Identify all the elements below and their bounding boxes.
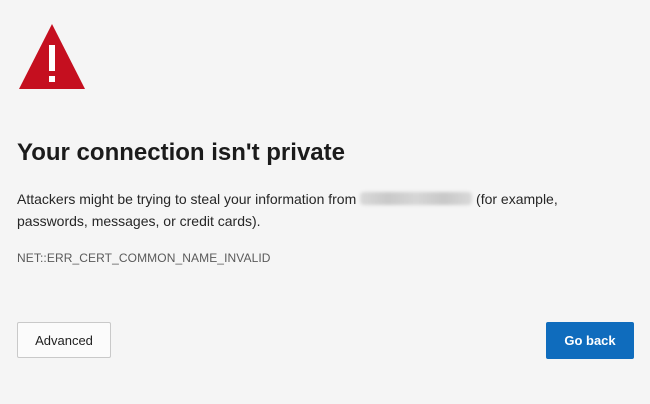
error-code: NET::ERR_CERT_COMMON_NAME_INVALID [17,251,271,265]
error-page: Your connection isn't private Attackers … [0,0,650,404]
page-title: Your connection isn't private [17,139,345,166]
error-message-start: Attackers might be trying to steal your … [17,191,357,207]
blurred-hostname [360,192,473,205]
advanced-button[interactable]: Advanced [17,322,111,358]
warning-triangle-icon [19,24,85,89]
error-message: Attackers might be trying to steal your … [17,188,617,232]
go-back-button[interactable]: Go back [546,322,634,359]
